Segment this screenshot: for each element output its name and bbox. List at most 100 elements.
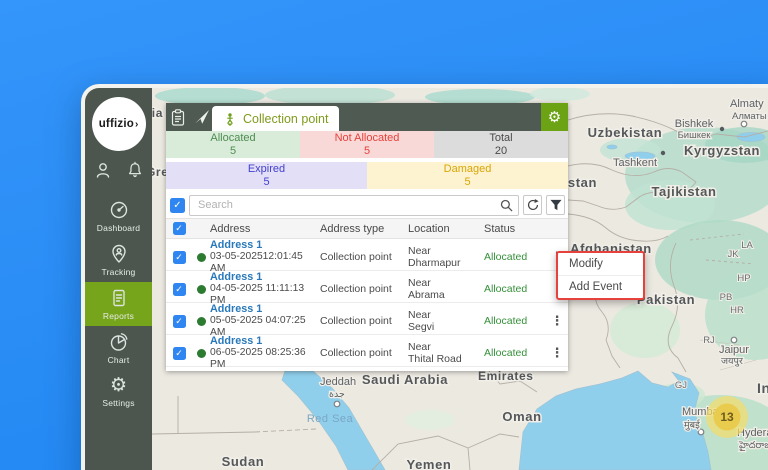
app-logo: uffizio › xyxy=(92,97,146,151)
address-link[interactable]: Address 1 xyxy=(210,335,320,347)
map-cluster[interactable]: 13 xyxy=(706,396,748,438)
search-input[interactable] xyxy=(189,195,519,216)
row-address-type: Collection point xyxy=(320,283,408,295)
check-icon: ✓ xyxy=(175,347,183,359)
bell-icon[interactable] xyxy=(126,160,144,180)
select-all-checkbox[interactable]: ✓ xyxy=(170,198,185,213)
country-label: Kyrgyzstan xyxy=(684,143,760,158)
sidebar-item-chart[interactable]: Chart xyxy=(85,326,152,370)
sidebar-item-settings[interactable]: ⚙ Settings xyxy=(85,370,152,414)
send-icon[interactable] xyxy=(194,109,210,125)
almaty-marker xyxy=(741,121,747,127)
column-header-address[interactable]: Address xyxy=(210,223,320,235)
stat-total: Total 20 xyxy=(434,131,568,158)
check-icon: ✓ xyxy=(175,223,183,234)
country-label: Oman xyxy=(502,409,541,424)
header-checkbox[interactable]: ✓ xyxy=(173,222,186,235)
sidebar-item-tracking[interactable]: Tracking xyxy=(85,238,152,282)
country-label: Emirates xyxy=(478,369,534,383)
search-icon xyxy=(500,199,513,212)
person-pin-icon xyxy=(109,244,129,264)
table-header: ✓ Address Address type Location Status xyxy=(166,218,568,239)
filter-funnel-icon xyxy=(550,199,562,211)
stat-value: 20 xyxy=(495,145,507,158)
column-header-status[interactable]: Status xyxy=(484,223,546,235)
country-label: Pakistan xyxy=(637,292,695,307)
country-label: Saudi Arabia xyxy=(362,372,448,387)
sidebar-item-label: Settings xyxy=(102,398,134,408)
address-link[interactable]: Address 1 xyxy=(210,271,320,283)
gear-icon: ⚙ xyxy=(548,108,561,126)
bishkek-marker xyxy=(720,127,724,131)
city-native-label: Алматы xyxy=(732,111,767,122)
table-row[interactable]: ✓ Address 1 06-05-2025 08:25:36 PM Colle… xyxy=(166,335,568,367)
sidebar-item-label: Dashboard xyxy=(97,223,140,233)
stat-allocated: Allocated 5 xyxy=(166,131,300,158)
city-native-label: హైదరాబాద్ xyxy=(738,440,768,452)
stat-label: Damaged xyxy=(444,163,492,176)
row-menu-button[interactable]: ⋮ xyxy=(546,315,568,327)
column-header-address-type[interactable]: Address type xyxy=(320,223,408,235)
table-row[interactable]: ✓ Address 1 05-05-2025 04:07:25 AM Colle… xyxy=(166,303,568,335)
menu-item-modify[interactable]: Modify xyxy=(558,253,643,276)
active-status-dot xyxy=(197,253,206,262)
country-label: Tajikistan xyxy=(651,184,716,199)
tab-collection-point[interactable]: Collection point xyxy=(212,106,339,131)
filter-button[interactable] xyxy=(546,195,565,215)
region-label: GJ xyxy=(675,380,687,391)
water-label: Red Sea xyxy=(307,413,354,425)
row-location-line2: Dharmapur xyxy=(408,257,484,269)
collection-point-icon xyxy=(223,112,237,126)
row-checkbox[interactable]: ✓ xyxy=(173,315,186,328)
pie-chart-icon xyxy=(109,332,129,352)
column-header-location[interactable]: Location xyxy=(408,223,484,235)
stats-row-2: Expired 5 Damaged 5 xyxy=(166,162,568,189)
sidebar: uffizio › Dashboard xyxy=(85,88,152,470)
address-link[interactable]: Address 1 xyxy=(210,303,320,315)
jaipur-marker xyxy=(731,337,737,343)
collection-point-panel: Collection point ⚙ Allocated 5 Not Alloc… xyxy=(166,103,568,371)
stat-not-allocated: Not Allocated 5 xyxy=(300,131,434,158)
menu-item-add-event[interactable]: Add Event xyxy=(558,276,643,298)
row-status: Allocated xyxy=(484,347,546,359)
country-label: Yemen xyxy=(407,457,452,470)
clipboard-icon[interactable] xyxy=(171,109,185,126)
row-status: Allocated xyxy=(484,283,546,295)
speedometer-icon xyxy=(109,200,129,220)
row-checkbox[interactable]: ✓ xyxy=(173,347,186,360)
refresh-icon xyxy=(527,199,539,211)
row-location-line1: Near xyxy=(408,245,484,257)
row-checkbox[interactable]: ✓ xyxy=(173,251,186,264)
logo-chevron-icon: › xyxy=(135,119,138,130)
country-label: India xyxy=(757,380,768,396)
logo-text: uffizio xyxy=(99,118,134,130)
row-address-type: Collection point xyxy=(320,251,408,263)
city-label: Almaty xyxy=(730,98,764,110)
country-label: Uzbekistan xyxy=(588,125,663,140)
row-status: Allocated xyxy=(484,251,546,263)
active-status-dot xyxy=(197,349,206,358)
stats-row-1: Allocated 5 Not Allocated 5 Total 20 xyxy=(166,131,568,158)
stat-damaged: Damaged 5 xyxy=(367,162,568,189)
row-menu-button[interactable]: ⋮ xyxy=(546,347,568,359)
table-row[interactable]: ✓ Address 1 03-05-202512:01:45 AM Collec… xyxy=(166,239,568,271)
check-icon: ✓ xyxy=(175,315,183,327)
row-datetime: 06-05-2025 08:25:36 PM xyxy=(210,347,320,371)
row-location-line1: Near xyxy=(408,309,484,321)
panel-settings-button[interactable]: ⚙ xyxy=(541,103,568,131)
row-checkbox[interactable]: ✓ xyxy=(173,283,186,296)
row-location-line2: Abrama xyxy=(408,289,484,301)
stat-value: 5 xyxy=(464,176,470,189)
refresh-button[interactable] xyxy=(523,195,542,215)
sidebar-item-reports[interactable]: Reports xyxy=(85,282,152,326)
city-label: Tashkent xyxy=(613,157,657,169)
row-status: Allocated xyxy=(484,315,546,327)
user-icon[interactable] xyxy=(93,160,113,180)
row-location-line1: Near xyxy=(408,341,484,353)
table-row[interactable]: ✓ Address 1 04-05-2025 11:11:13 PM Colle… xyxy=(166,271,568,303)
sidebar-item-label: Reports xyxy=(103,311,134,321)
sidebar-item-dashboard[interactable]: Dashboard xyxy=(85,194,152,238)
region-label: HP xyxy=(737,273,750,284)
region-label: LA xyxy=(741,240,753,251)
address-link[interactable]: Address 1 xyxy=(210,239,320,251)
